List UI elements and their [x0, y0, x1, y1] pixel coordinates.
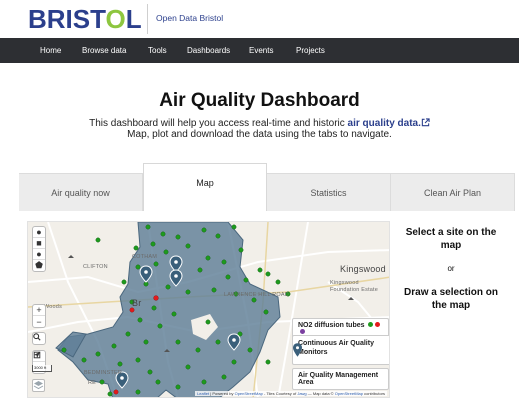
select-site-text: Select a site on the map — [405, 227, 497, 251]
legend-aqma-label: Air Quality Management Area — [298, 372, 379, 386]
page-title: Air Quality Dashboard — [159, 90, 360, 111]
attribution-text: | Powered by — [209, 391, 235, 396]
zoom-control: + − — [32, 304, 46, 328]
draw-polygon-icon[interactable]: ⬟ — [33, 260, 45, 271]
page-intro: This dashboard will help you access real… — [0, 118, 519, 140]
nav-item-projects[interactable]: Projects — [296, 38, 325, 63]
map-label-bedminster: BEDMINSTER — [84, 370, 123, 376]
attribution-contrib-text: contributors — [362, 391, 385, 396]
nav-item-dashboards[interactable]: Dashboards — [187, 38, 230, 63]
legend-marker-icon — [293, 343, 302, 357]
map-label-re: RE — [88, 380, 97, 386]
legend-aqma: Air Quality Management Area — [292, 368, 389, 390]
dashboard-tabs: Air quality now Map Statistics Clean Air… — [19, 163, 515, 211]
search-control — [32, 332, 46, 345]
draw-rectangle-icon[interactable]: ■ — [33, 238, 45, 249]
draw-point-icon[interactable]: ● — [33, 227, 45, 238]
map-label-bristol: Br — [132, 298, 142, 308]
bristol-logo[interactable]: BRISTOL — [28, 5, 142, 33]
site-header: BRISTOL Open Data Bristol — [0, 0, 519, 38]
map-label-kingswood: Kingswood — [340, 264, 386, 274]
map-label-cotham: COTHAM — [132, 254, 158, 260]
draw-selection-text: Draw a selection on the map — [404, 287, 498, 311]
layers-icon[interactable] — [32, 379, 45, 392]
nav-item-events[interactable]: Events — [249, 38, 273, 63]
air-quality-data-link[interactable]: air quality data. — [348, 118, 421, 129]
zoom-out-button[interactable]: − — [33, 316, 45, 327]
legend-purple-dot — [300, 329, 305, 334]
external-link-icon[interactable] — [421, 118, 430, 127]
nav-item-browse-data[interactable]: Browse data — [82, 38, 126, 63]
tab-clean-air-plan[interactable]: Clean Air Plan — [391, 173, 515, 211]
leaflet-link[interactable]: Leaflet — [197, 391, 209, 396]
map-scale-bar: 3000 ft — [32, 365, 52, 372]
intro-text-line2: Map, plot and download the data using th… — [127, 129, 392, 140]
map-label-kingswood-foundation: Kingswood Foundation Estate — [330, 280, 379, 293]
draw-toolbar: ● ■ ● ⬟ — [32, 226, 46, 272]
osm-link[interactable]: OpenStreetMap — [335, 391, 363, 396]
main-nav: Home Browse data Tools Dashboards Events… — [0, 38, 519, 63]
legend-green-dot — [368, 322, 374, 327]
page: BRISTOL Open Data Bristol Home Browse da… — [0, 0, 519, 401]
or-text: or — [447, 264, 455, 273]
legend-red-dot — [375, 322, 381, 327]
map-label-clifton: CLIFTON — [83, 264, 108, 270]
header-divider — [147, 4, 148, 34]
selection-instructions: Select a site on the map or Draw a selec… — [398, 226, 504, 312]
legend-caqm-label: Continuous Air Quality Monitors — [298, 340, 374, 356]
nav-item-home[interactable]: Home — [40, 38, 61, 63]
search-icon[interactable] — [33, 333, 45, 344]
tab-map[interactable]: Map — [143, 163, 267, 211]
tab-air-quality-now[interactable]: Air quality now — [19, 173, 143, 211]
attribution-mapdata-text: — Map data © — [306, 391, 335, 396]
air-quality-map[interactable]: CLIFTON COTHAM LAWRENCE HILL ROAD Kingsw… — [27, 221, 390, 398]
map-attribution: Leaflet | Powered by OpenStreetMap - Til… — [195, 391, 387, 396]
zoom-in-button[interactable]: + — [33, 305, 45, 316]
esri-link[interactable]: OpenStreetMap — [235, 391, 263, 396]
nav-item-tools[interactable]: Tools — [148, 38, 167, 63]
map-label-lawrence-hill: LAWRENCE HILL ROAD — [224, 292, 289, 298]
intro-text: This dashboard will help you access real… — [89, 118, 348, 129]
draw-circle-icon[interactable]: ● — [33, 249, 45, 260]
attribution-tiles-text: - Tiles Courtesy of — [262, 391, 298, 396]
map-label-woods: Woods — [44, 304, 63, 310]
site-name-link[interactable]: Open Data Bristol — [156, 13, 223, 23]
legend-no2-label: NO2 diffusion tubes — [298, 322, 365, 329]
tab-statistics[interactable]: Statistics — [267, 173, 391, 211]
jawg-link[interactable]: Jawg — [297, 391, 306, 396]
legend-continuous-monitors: Continuous Air Quality Monitors — [292, 335, 389, 365]
